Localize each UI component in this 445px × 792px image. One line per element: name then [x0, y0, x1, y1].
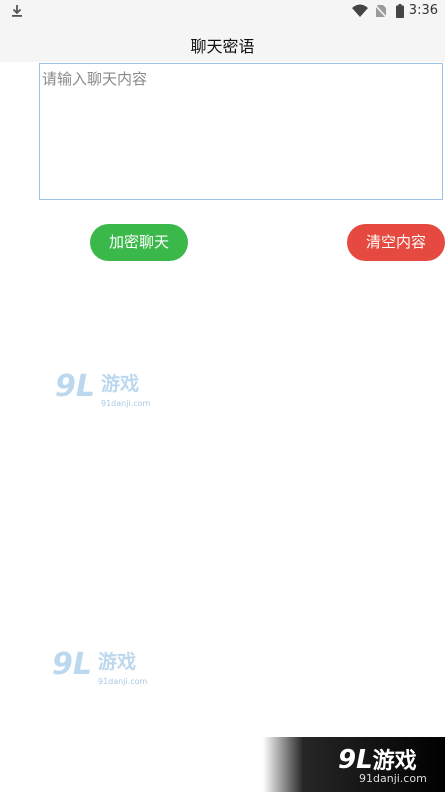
status-bar: 3:36	[0, 0, 445, 24]
corner-watermark: 9L游戏 91danji.com	[263, 737, 445, 792]
download-icon	[12, 5, 22, 17]
watermark-logo: 9L 游戏 91danji.com	[52, 650, 152, 690]
battery-icon	[396, 4, 404, 18]
clear-content-button[interactable]: 清空内容	[347, 224, 445, 261]
corner-url: 91danji.com	[359, 772, 427, 785]
page-title: 聊天密语	[190, 37, 255, 56]
watermark-logo: 9L 游戏 91danji.com	[55, 372, 155, 412]
no-sim-icon	[375, 4, 387, 18]
watermark-url: 91danji.com	[98, 677, 148, 686]
corner-brand-name: 游戏	[372, 749, 417, 774]
chat-input[interactable]	[39, 63, 443, 200]
watermark-number: 9L	[55, 369, 95, 404]
watermark-number: 9L	[52, 647, 92, 682]
wifi-icon	[352, 4, 368, 17]
status-time: 3:36	[408, 3, 438, 18]
corner-brand: 9L游戏	[338, 743, 417, 775]
app-bar: 聊天密语	[0, 24, 445, 62]
corner-brand-number: 9L	[338, 745, 373, 775]
watermark-url: 91danji.com	[101, 399, 151, 408]
watermark-name: 游戏	[101, 373, 140, 395]
watermark-name: 游戏	[98, 651, 137, 673]
encrypt-chat-button[interactable]: 加密聊天	[90, 224, 188, 261]
